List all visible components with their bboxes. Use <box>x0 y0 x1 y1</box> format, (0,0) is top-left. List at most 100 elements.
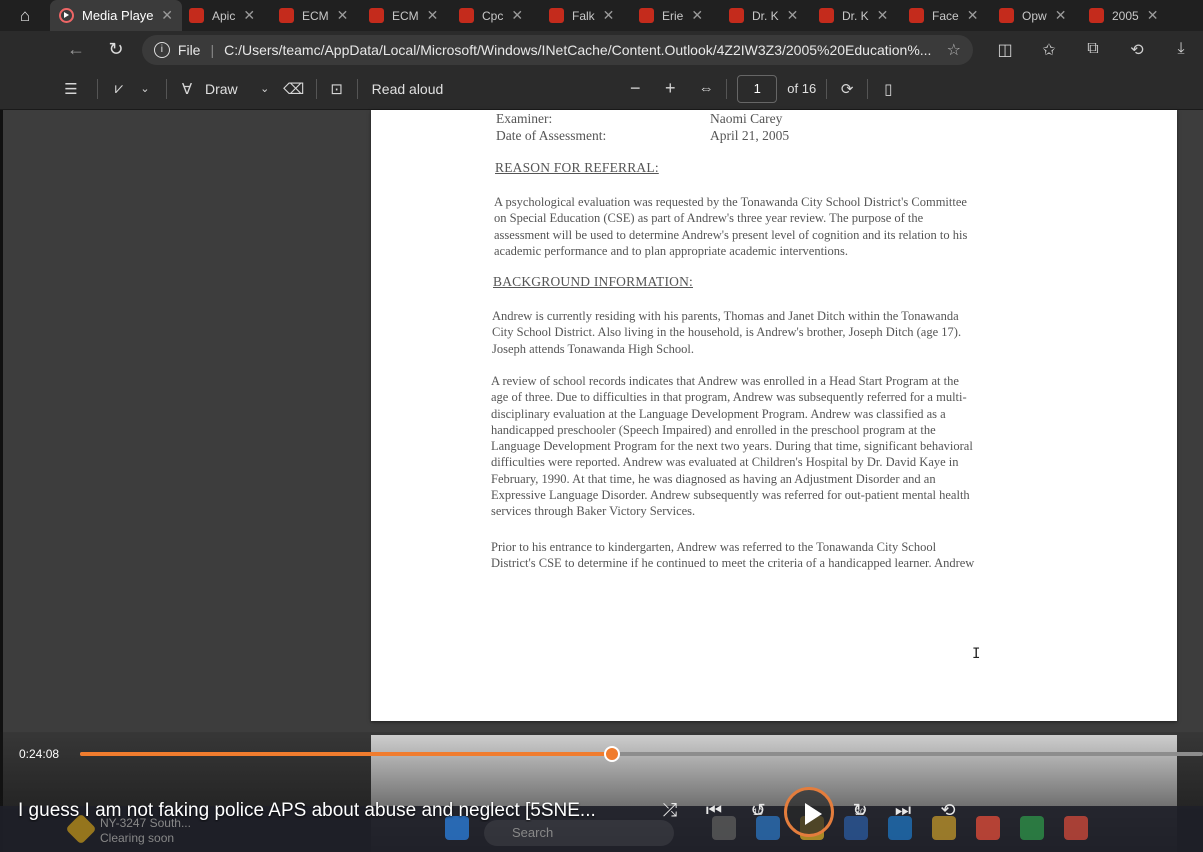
tab-10[interactable]: Opw ✕ <box>992 0 1082 31</box>
tab-0[interactable]: Media Player ✕ <box>50 0 182 31</box>
tab-label: Dr. K <box>752 8 779 23</box>
tab-6[interactable]: Erie ✕ <box>632 0 722 31</box>
rotate-icon[interactable]: ⟳ <box>837 80 857 98</box>
draw-button[interactable]: Draw <box>205 81 238 97</box>
tab-strip: ⌂ Media Player ✕ Apic ✕ ECM ✕ ECM ✕ Cpc ✕ Falk ✕ Eri… <box>0 0 1203 31</box>
heading-background: BACKGROUND INFORMATION: <box>493 274 693 289</box>
pdf-file-icon <box>909 8 924 23</box>
close-icon[interactable]: ✕ <box>1147 7 1159 24</box>
tab-label: Cpc <box>482 8 504 23</box>
page-view-icon[interactable]: ▯ <box>878 80 898 98</box>
page-number-input[interactable]: 1 <box>737 74 778 103</box>
spreadsheet-icon[interactable] <box>1020 816 1044 840</box>
tab-2[interactable]: ECM ✕ <box>272 0 362 31</box>
play-button[interactable] <box>784 787 834 837</box>
media-title: I guess I am not faking police APS about… <box>18 800 596 821</box>
tab-label: Erie <box>662 8 684 23</box>
erase-icon[interactable]: ⌫ <box>282 80 306 98</box>
skip-forward-seconds: 30 <box>854 807 865 817</box>
skip-forward-icon[interactable]: ↻ 30 <box>846 800 874 821</box>
history-icon[interactable]: ⟲ <box>1115 40 1159 60</box>
highlight-icon[interactable]: ⩗ <box>108 80 130 97</box>
home-icon[interactable]: ⌂ <box>0 0 50 31</box>
background-paragraph-1: Andrew is currently residing with his pa… <box>492 308 961 357</box>
refresh-icon[interactable]: ↻ <box>96 35 136 65</box>
favorites-icon[interactable]: ✩ <box>1027 40 1071 60</box>
date-value: April 21, 2005 <box>710 128 790 143</box>
toolbar-divider <box>356 78 358 99</box>
chrome-icon[interactable] <box>976 816 1000 840</box>
examiner-label: Examiner: <box>496 111 553 126</box>
close-icon[interactable]: ✕ <box>243 7 255 24</box>
address-separator: | <box>210 41 215 58</box>
highlight-dropdown-icon[interactable]: ⌄ <box>136 82 154 95</box>
seek-bar[interactable] <box>80 746 1203 762</box>
pdf-file-icon <box>639 8 654 23</box>
tab-9[interactable]: Face ✕ <box>902 0 992 31</box>
text-line: District's CSE to determine if he contin… <box>491 556 975 571</box>
fit-page-icon[interactable]: ⇔ <box>696 80 716 97</box>
next-icon[interactable]: ⏭ <box>889 800 917 821</box>
background-paragraph-2: A review of school records indicates tha… <box>491 373 973 520</box>
skip-back-icon[interactable]: ↺ 10 <box>744 800 772 821</box>
pdf-file-icon <box>729 8 744 23</box>
close-icon[interactable]: ✕ <box>787 7 799 24</box>
text-line: services through Baker Victory Services. <box>491 504 696 519</box>
text-line: on Special Education (CSE) as part of An… <box>494 211 924 226</box>
skip-back-seconds: 10 <box>752 807 763 817</box>
tab-5[interactable]: Falk ✕ <box>542 0 632 31</box>
contents-icon[interactable]: ☰ <box>57 80 85 98</box>
close-icon[interactable]: ✕ <box>427 7 439 24</box>
text-line: Joseph attends Tonawanda High School. <box>492 341 694 356</box>
zoom-in-icon[interactable]: + <box>660 78 680 99</box>
tab-8[interactable]: Dr. K ✕ <box>812 0 902 31</box>
close-icon[interactable]: ✕ <box>1055 7 1067 24</box>
text-line: Language Development Program for the nex… <box>491 439 973 454</box>
tab-label: Face <box>932 8 959 23</box>
text-box-icon[interactable]: ⊡ <box>327 80 347 98</box>
repeat-icon[interactable]: ⟲ <box>934 800 962 821</box>
collections-icon[interactable]: ⧉ <box>1071 40 1115 60</box>
text-line: A psychological evaluation was requested… <box>494 195 967 209</box>
tab-label: Opw <box>1022 8 1047 23</box>
shuffle-icon[interactable]: ⤮ <box>656 800 684 821</box>
tab-4[interactable]: Cpc ✕ <box>452 0 542 31</box>
address-field[interactable]: i File | C:/Users/teamc/AppData/Local/Mi… <box>141 34 973 65</box>
close-icon[interactable]: ✕ <box>511 7 523 24</box>
pdf-file-icon <box>459 8 474 23</box>
downloads-icon[interactable]: ⤓ <box>1159 40 1203 60</box>
tab-7[interactable]: Dr. K ✕ <box>722 0 812 31</box>
address-scheme: File <box>177 41 201 58</box>
taskbar-search[interactable]: Search <box>484 820 674 846</box>
draw-icon[interactable]: ∀ <box>177 80 197 98</box>
close-icon[interactable]: ✕ <box>337 7 349 24</box>
date-label: Date of Assessment: <box>496 128 607 143</box>
text-line: academic performance and to plan appropr… <box>494 243 848 258</box>
close-icon[interactable]: ✕ <box>877 7 889 24</box>
text-line: assessment will be used to determine And… <box>494 227 968 242</box>
tab-3[interactable]: ECM ✕ <box>362 0 452 31</box>
close-icon[interactable]: ✕ <box>603 7 615 24</box>
back-icon[interactable]: ← <box>56 35 96 65</box>
tab-label: Falk <box>572 8 595 23</box>
toolbar-divider <box>726 78 728 99</box>
tab-label: Apic <box>212 8 236 23</box>
tab-11[interactable]: 2005 ✕ <box>1082 0 1172 31</box>
split-screen-icon[interactable]: ◫ <box>983 40 1027 60</box>
draw-dropdown-icon[interactable]: ⌄ <box>256 82 274 95</box>
pdf-file-icon <box>819 8 834 23</box>
previous-icon[interactable]: ⏮ <box>700 800 728 821</box>
acrobat-icon[interactable] <box>1064 816 1088 840</box>
read-aloud-button[interactable]: Read aloud <box>372 81 444 97</box>
info-icon[interactable]: i <box>153 41 170 58</box>
text-line: age of three. Due to difficulties in tha… <box>491 390 967 405</box>
close-icon[interactable]: ✕ <box>967 7 979 24</box>
tab-1[interactable]: Apic ✕ <box>182 0 272 31</box>
text-line: Andrew is currently residing with his pa… <box>492 309 959 323</box>
close-icon[interactable]: ✕ <box>161 7 173 24</box>
browser-actions: ◫ ✩ ⧉ ⟲ ⤓ <box>983 40 1203 60</box>
favorite-star-icon[interactable]: ☆ <box>947 40 961 60</box>
page-total: of 16 <box>787 81 817 96</box>
zoom-out-icon[interactable]: − <box>625 78 645 99</box>
close-icon[interactable]: ✕ <box>691 7 703 24</box>
